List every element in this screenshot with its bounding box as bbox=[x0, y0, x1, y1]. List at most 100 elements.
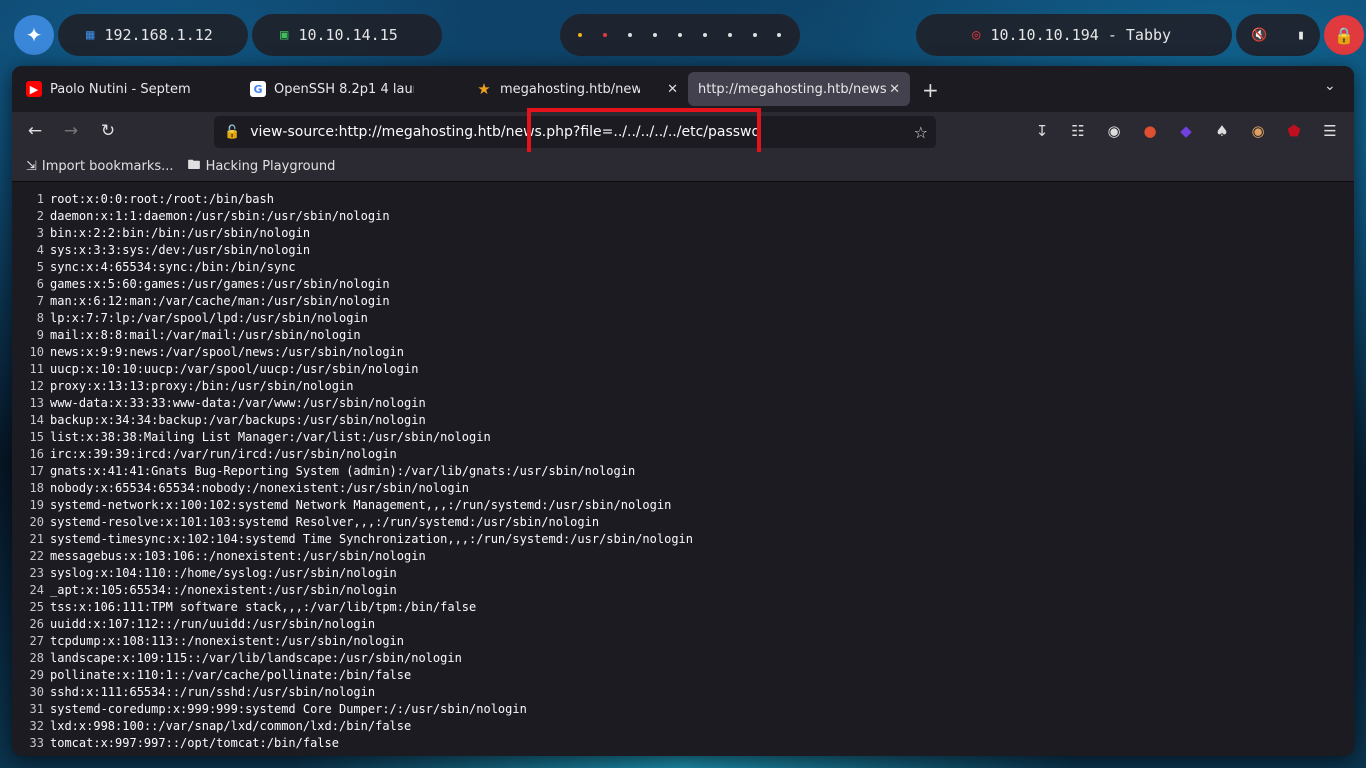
bookmark-label: Import bookmarks... bbox=[41, 159, 174, 174]
extension-cookie-icon[interactable]: ◉ bbox=[1248, 122, 1268, 142]
target-widget[interactable]: ◎ 10.10.10.194 - Tabby bbox=[916, 14, 1232, 56]
workspace-dot[interactable] bbox=[702, 33, 707, 37]
line-number: 19 bbox=[29, 498, 44, 512]
chevron-down-icon[interactable]: ⌄ bbox=[1324, 78, 1336, 94]
line-text: uucp:x:10:10:uucp:/var/spool/uucp:/usr/s… bbox=[50, 362, 419, 376]
line-text: root:x:0:0:root:/root:/bin/bash bbox=[50, 192, 274, 206]
workspace-switcher[interactable] bbox=[560, 14, 800, 56]
line-text: gnats:x:41:41:Gnats Bug-Reporting System… bbox=[50, 464, 636, 478]
back-icon[interactable]: ← bbox=[24, 121, 46, 141]
line-number: 11 bbox=[29, 362, 44, 376]
line-text: syslog:x:104:110::/home/syslog:/usr/sbin… bbox=[50, 566, 397, 580]
vpn-ip-widget[interactable]: ▣ 10.10.14.15 bbox=[252, 14, 442, 56]
workspace-dot[interactable] bbox=[603, 33, 608, 37]
line-text: landscape:x:109:115::/var/lib/landscape:… bbox=[50, 651, 462, 665]
line-number: 15 bbox=[29, 430, 44, 444]
source-line: 6 games:x:5:60:games:/usr/games:/usr/sbin… bbox=[12, 276, 1354, 293]
source-line: 5 sync:x:4:65534:sync:/bin:/bin/sync bbox=[12, 259, 1354, 276]
workspace-dot[interactable] bbox=[628, 33, 633, 37]
workspace-dot[interactable] bbox=[727, 33, 732, 37]
battery-icon[interactable]: ▮ bbox=[1297, 28, 1305, 43]
extensions-icon[interactable]: ☷ bbox=[1068, 122, 1088, 142]
line-number: 25 bbox=[29, 600, 44, 614]
line-number: 28 bbox=[29, 651, 44, 665]
line-number: 20 bbox=[29, 515, 44, 529]
source-line: 21 systemd-timesync:x:102:104:systemd Tim… bbox=[12, 531, 1354, 548]
source-line: 16 irc:x:39:39:ircd:/var/run/ircd:/usr/sb… bbox=[12, 446, 1354, 463]
top-panel: ✦ ▦ 192.168.1.12 ▣ 10.10.14.15 ◎ 10.10.1… bbox=[0, 14, 1366, 56]
google-icon: G bbox=[250, 81, 266, 97]
browser-window: ▶ Paolo Nutini - September 2 G OpenSSH 8… bbox=[12, 66, 1354, 756]
line-number: 13 bbox=[29, 396, 44, 410]
close-icon[interactable]: ✕ bbox=[667, 82, 678, 97]
youtube-icon: ▶ bbox=[26, 81, 42, 97]
tab-title: OpenSSH 8.2p1 4 launchpa bbox=[274, 81, 414, 97]
tab-megahosting[interactable]: ★ megahosting.htb/news.ph ✕ bbox=[466, 72, 688, 106]
source-line: 30 sshd:x:111:65534::/run/sshd:/usr/sbin/… bbox=[12, 684, 1354, 701]
workspace-dot[interactable] bbox=[677, 33, 682, 37]
line-text: news:x:9:9:news:/var/spool/news:/usr/sbi… bbox=[50, 345, 405, 359]
kali-logo-icon[interactable]: ✦ bbox=[14, 15, 54, 55]
line-number: 18 bbox=[29, 481, 44, 495]
source-line: 1 root:x:0:0:root:/root:/bin/bash bbox=[12, 191, 1354, 208]
extension-spade-icon[interactable]: ♠ bbox=[1212, 122, 1232, 142]
source-line: 18 nobody:x:65534:65534:nobody:/nonexiste… bbox=[12, 480, 1354, 497]
extension-foxy-icon[interactable]: ● bbox=[1140, 122, 1160, 142]
line-text: systemd-timesync:x:102:104:systemd Time … bbox=[50, 532, 693, 546]
source-line: 14 backup:x:34:34:backup:/var/backups:/us… bbox=[12, 412, 1354, 429]
source-line: 10 news:x:9:9:news:/var/spool/news:/usr/s… bbox=[12, 344, 1354, 361]
line-number: 29 bbox=[29, 668, 44, 682]
line-number: 31 bbox=[29, 702, 44, 716]
line-number: 32 bbox=[29, 719, 44, 733]
source-line: 4 sys:x:3:3:sys:/dev:/usr/sbin/nologin bbox=[12, 242, 1354, 259]
tab-title: Paolo Nutini - September 2 bbox=[50, 81, 190, 97]
line-number: 22 bbox=[29, 549, 44, 563]
insecure-lock-icon[interactable]: 🔓 bbox=[224, 125, 240, 140]
local-ip-widget[interactable]: ▦ 192.168.1.12 bbox=[58, 14, 248, 56]
line-number: 2 bbox=[36, 209, 44, 223]
line-number: 10 bbox=[29, 345, 44, 359]
line-number: 24 bbox=[29, 583, 44, 597]
line-number: 26 bbox=[29, 617, 44, 631]
close-icon[interactable]: ✕ bbox=[889, 82, 900, 97]
page-source-view: 1 root:x:0:0:root:/root:/bin/bash 2 daemon:… bbox=[12, 183, 1354, 756]
workspace-dot[interactable] bbox=[752, 33, 757, 37]
line-text: sshd:x:111:65534::/run/sshd:/usr/sbin/no… bbox=[50, 685, 376, 699]
bookmark-star-icon[interactable]: ☆ bbox=[914, 123, 928, 142]
line-text: games:x:5:60:games:/usr/games:/usr/sbin/… bbox=[50, 277, 390, 291]
source-line: 3 bin:x:2:2:bin:/bin:/usr/sbin/nologin bbox=[12, 225, 1354, 242]
bookmark-folder-hacking[interactable]: 🖿 Hacking Playground bbox=[188, 156, 336, 178]
workspace-dot[interactable] bbox=[777, 33, 782, 37]
line-number: 21 bbox=[29, 532, 44, 546]
tab-youtube[interactable]: ▶ Paolo Nutini - September 2 bbox=[16, 72, 238, 106]
downloads-icon[interactable]: ↧ bbox=[1032, 122, 1052, 142]
line-text: systemd-resolve:x:101:103:systemd Resolv… bbox=[50, 515, 600, 529]
volume-muted-icon[interactable]: 🔇 bbox=[1251, 28, 1267, 43]
line-text: backup:x:34:34:backup:/var/backups:/usr/… bbox=[50, 413, 426, 427]
source-line: 12 proxy:x:13:13:proxy:/bin:/usr/sbin/nol… bbox=[12, 378, 1354, 395]
bookmark-label: Hacking Playground bbox=[205, 159, 336, 174]
workspace-dot[interactable] bbox=[578, 33, 583, 37]
extension-glasses-icon[interactable]: ◉ bbox=[1104, 122, 1124, 142]
reload-icon[interactable]: ↻ bbox=[97, 121, 119, 141]
menu-icon[interactable]: ☰ bbox=[1320, 122, 1340, 142]
forward-icon[interactable]: → bbox=[60, 121, 82, 141]
line-number: 16 bbox=[29, 447, 44, 461]
tab-view-source[interactable]: http://megahosting.htb/news ✕ bbox=[688, 72, 910, 106]
bookmark-import[interactable]: ⇲ Import bookmarks... bbox=[26, 159, 174, 174]
line-text: _apt:x:105:65534::/nonexistent:/usr/sbin… bbox=[50, 583, 397, 597]
lock-icon[interactable]: 🔒 bbox=[1324, 15, 1364, 55]
source-line: 25 tss:x:106:111:TPM software stack,,,:/v… bbox=[12, 599, 1354, 616]
line-text: systemd-coredump:x:999:999:systemd Core … bbox=[50, 702, 527, 716]
ublock-icon[interactable]: ⬟ bbox=[1284, 122, 1304, 142]
workspace-dot[interactable] bbox=[653, 33, 658, 37]
source-line: 11 uucp:x:10:10:uucp:/var/spool/uucp:/usr… bbox=[12, 361, 1354, 378]
source-line: 2 daemon:x:1:1:daemon:/usr/sbin:/usr/sbin… bbox=[12, 208, 1354, 225]
tab-google[interactable]: G OpenSSH 8.2p1 4 launchpa bbox=[240, 72, 462, 106]
local-ip-text: 192.168.1.12 bbox=[104, 26, 213, 44]
tab-bar: ▶ Paolo Nutini - September 2 G OpenSSH 8… bbox=[12, 66, 1354, 112]
line-number: 33 bbox=[29, 736, 44, 750]
new-tab-icon[interactable]: + bbox=[922, 78, 939, 102]
extension-diamond-icon[interactable]: ◆ bbox=[1176, 122, 1196, 142]
line-text: daemon:x:1:1:daemon:/usr/sbin:/usr/sbin/… bbox=[50, 209, 390, 223]
